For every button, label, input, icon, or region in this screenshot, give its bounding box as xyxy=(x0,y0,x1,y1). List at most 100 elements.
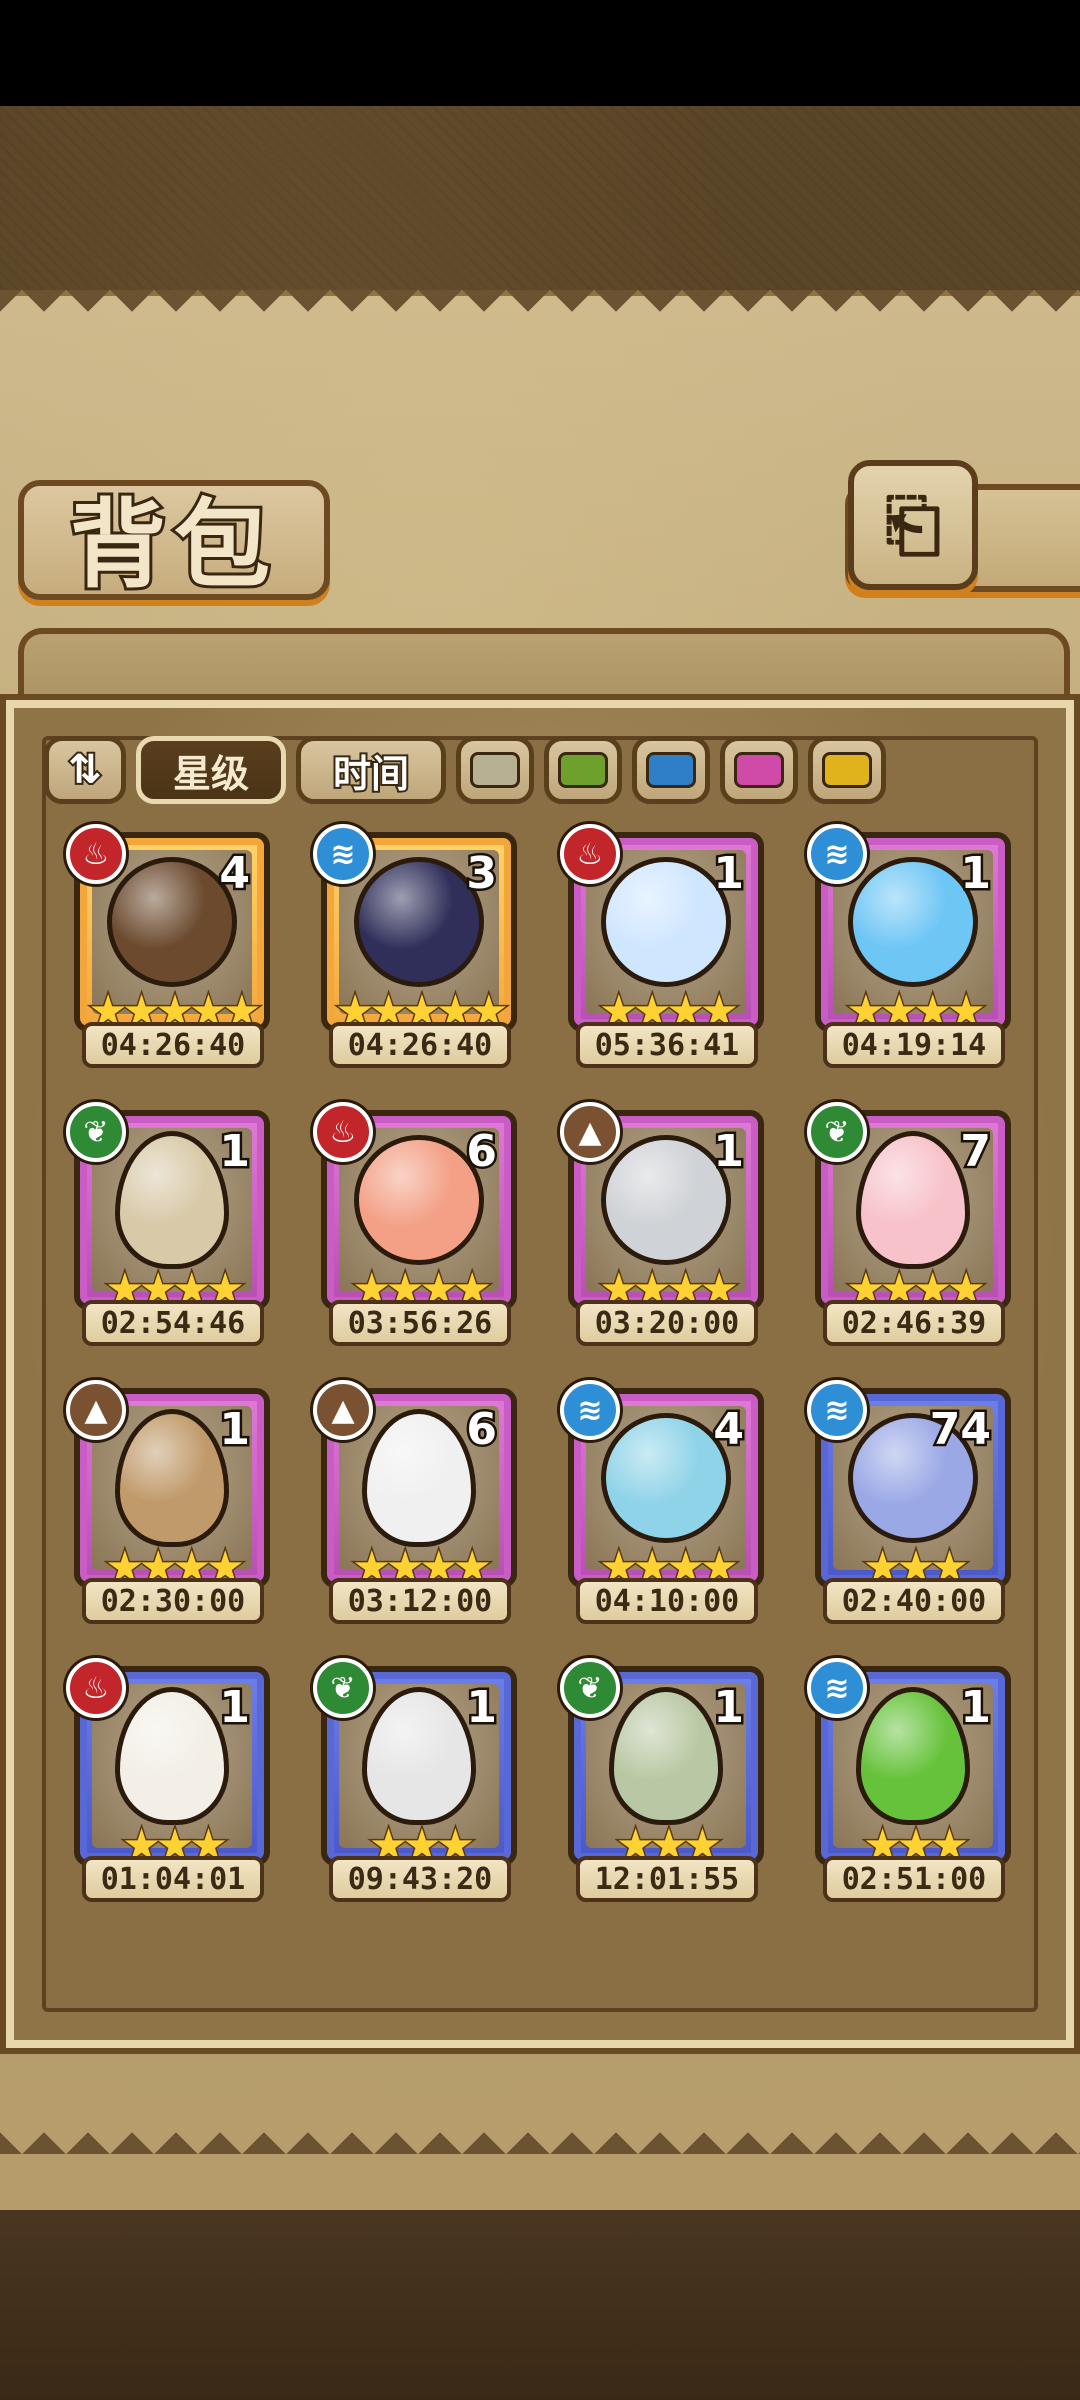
element-glyph: ♨ xyxy=(82,836,110,872)
inventory-item[interactable]: 1 ★★★★ ▲ 02:30:00 xyxy=(66,1380,280,1642)
filter-blue-button[interactable] xyxy=(632,736,710,804)
pink-egg-icon xyxy=(856,1131,970,1270)
title-plate: 背包 xyxy=(18,480,330,604)
item-timer: 03:20:00 xyxy=(576,1300,758,1346)
sword-icon xyxy=(601,1135,731,1266)
item-timer: 09:43:20 xyxy=(329,1856,511,1902)
element-glyph: ≋ xyxy=(330,836,356,872)
grass-element-icon: ❦ xyxy=(807,1102,867,1162)
item-timer: 02:51:00 xyxy=(823,1856,1005,1902)
item-timer: 02:46:39 xyxy=(823,1300,1005,1346)
item-timer: 03:12:00 xyxy=(329,1578,511,1624)
inventory-item[interactable]: 1 ★★★ ❦ 09:43:20 xyxy=(313,1658,527,1920)
inventory-item[interactable]: 4 ★★★★ ≋ 04:10:00 xyxy=(560,1380,774,1642)
item-count: 3 xyxy=(464,846,500,902)
item-timer: 04:10:00 xyxy=(576,1578,758,1624)
element-glyph: ♨ xyxy=(576,836,604,872)
element-glyph: ❦ xyxy=(330,1670,356,1706)
filter-bar: ⇅ 星级 时间 xyxy=(44,734,886,806)
element-glyph: ♨ xyxy=(82,1670,110,1706)
inventory-item[interactable]: 1 ★★★★ ❦ 02:54:46 xyxy=(66,1102,280,1364)
water-spirit-icon xyxy=(848,857,978,988)
inventory-item[interactable]: 74 ★★★ ≋ 02:40:00 xyxy=(807,1380,1021,1642)
inventory-item[interactable]: 7 ★★★★ ❦ 02:46:39 xyxy=(807,1102,1021,1364)
element-glyph: ▲ xyxy=(84,1392,108,1428)
item-timer: 04:26:40 xyxy=(82,1022,264,1068)
green-egg-icon xyxy=(856,1687,970,1826)
rainbow-egg-icon xyxy=(362,1687,476,1826)
color-swatch xyxy=(734,752,784,788)
item-count: 1 xyxy=(711,846,747,902)
element-glyph: ▲ xyxy=(331,1392,355,1428)
element-glyph: ♨ xyxy=(329,1114,357,1150)
fire-element-icon: ♨ xyxy=(560,824,620,884)
item-count: 1 xyxy=(217,1124,253,1180)
water-element-icon: ≋ xyxy=(560,1380,620,1440)
inventory-item[interactable]: 6 ★★★★ ♨ 03:56:26 xyxy=(313,1102,527,1364)
inventory-item[interactable]: 1 ★★★★ ▲ 03:20:00 xyxy=(560,1102,774,1364)
inventory-item[interactable]: 1 ★★★ ❦ 12:01:55 xyxy=(560,1658,774,1920)
item-count: 6 xyxy=(464,1124,500,1180)
inventory-item[interactable]: 1 ★★★★ ♨ 05:36:41 xyxy=(560,824,774,1086)
fire-element-icon: ♨ xyxy=(66,1658,126,1718)
color-swatch xyxy=(822,752,872,788)
item-grid: 4 ★★★★★ ♨ 04:26:40 3 ★★★★★ ≋ 04:26:40 1 … xyxy=(66,824,1021,1920)
status-bar xyxy=(0,0,1080,106)
filter-green-button[interactable] xyxy=(544,736,622,804)
water-element-icon: ≋ xyxy=(807,824,867,884)
furry-egg-icon xyxy=(115,1409,229,1548)
sort-icon: ⇅ xyxy=(66,745,103,795)
earth-element-icon: ▲ xyxy=(313,1380,373,1440)
leaf-pod-icon xyxy=(609,1687,723,1826)
water-element-icon: ≋ xyxy=(807,1658,867,1718)
item-timer: 02:30:00 xyxy=(82,1578,264,1624)
color-swatch xyxy=(646,752,696,788)
blue-slime-icon xyxy=(601,1413,731,1544)
item-count: 1 xyxy=(958,1680,994,1736)
filter-gold-button[interactable] xyxy=(808,736,886,804)
item-count: 1 xyxy=(464,1680,500,1736)
item-count: 74 xyxy=(927,1402,993,1458)
item-timer: 02:54:46 xyxy=(82,1300,264,1346)
inventory-item[interactable]: 1 ★★★★ ≋ 04:19:14 xyxy=(807,824,1021,1086)
item-timer: 04:19:14 xyxy=(823,1022,1005,1068)
item-timer: 04:26:40 xyxy=(329,1022,511,1068)
filter-gray-button[interactable] xyxy=(456,736,534,804)
item-count: 1 xyxy=(217,1402,253,1458)
torn-edge-bottom xyxy=(0,2110,1080,2154)
item-timer: 02:40:00 xyxy=(823,1578,1005,1624)
item-count: 1 xyxy=(711,1680,747,1736)
sort-by-time-button[interactable]: 时间 xyxy=(296,736,446,804)
inventory-item[interactable]: 1 ★★★ ♨ 01:04:01 xyxy=(66,1658,280,1920)
item-count: 6 xyxy=(464,1402,500,1458)
grass-element-icon: ❦ xyxy=(560,1658,620,1718)
item-timer: 01:04:01 xyxy=(82,1856,264,1902)
sort-order-button[interactable]: ⇅ xyxy=(44,736,126,804)
element-glyph: ▲ xyxy=(578,1114,602,1150)
element-glyph: ❦ xyxy=(824,1114,850,1150)
back-button[interactable]: ⎗ xyxy=(848,460,978,590)
item-timer: 03:56:26 xyxy=(329,1300,511,1346)
inventory-item[interactable]: 3 ★★★★★ ≋ 04:26:40 xyxy=(313,824,527,1086)
item-count: 4 xyxy=(711,1402,747,1458)
bow-quiver-icon xyxy=(107,857,237,988)
sort-by-star-button[interactable]: 星级 xyxy=(136,736,286,804)
water-element-icon: ≋ xyxy=(807,1380,867,1440)
element-glyph: ❦ xyxy=(577,1670,603,1706)
inventory-item[interactable]: 4 ★★★★★ ♨ 04:26:40 xyxy=(66,824,280,1086)
cracked-egg-icon xyxy=(362,1409,476,1548)
inventory-item[interactable]: 6 ★★★★ ▲ 03:12:00 xyxy=(313,1380,527,1642)
map-background-bottom xyxy=(0,2210,1080,2400)
earth-element-icon: ▲ xyxy=(66,1380,126,1440)
color-swatch xyxy=(558,752,608,788)
element-glyph: ≋ xyxy=(577,1392,603,1428)
sort-by-star-label: 星级 xyxy=(172,751,249,796)
inventory-item[interactable]: 1 ★★★ ≋ 02:51:00 xyxy=(807,1658,1021,1920)
fire-element-icon: ♨ xyxy=(313,1102,373,1162)
element-glyph: ❦ xyxy=(83,1114,109,1150)
item-timer: 12:01:55 xyxy=(576,1856,758,1902)
element-glyph: ≋ xyxy=(824,1392,850,1428)
leaf-egg-icon xyxy=(115,1131,229,1270)
filter-purple-button[interactable] xyxy=(720,736,798,804)
grass-element-icon: ❦ xyxy=(313,1658,373,1718)
